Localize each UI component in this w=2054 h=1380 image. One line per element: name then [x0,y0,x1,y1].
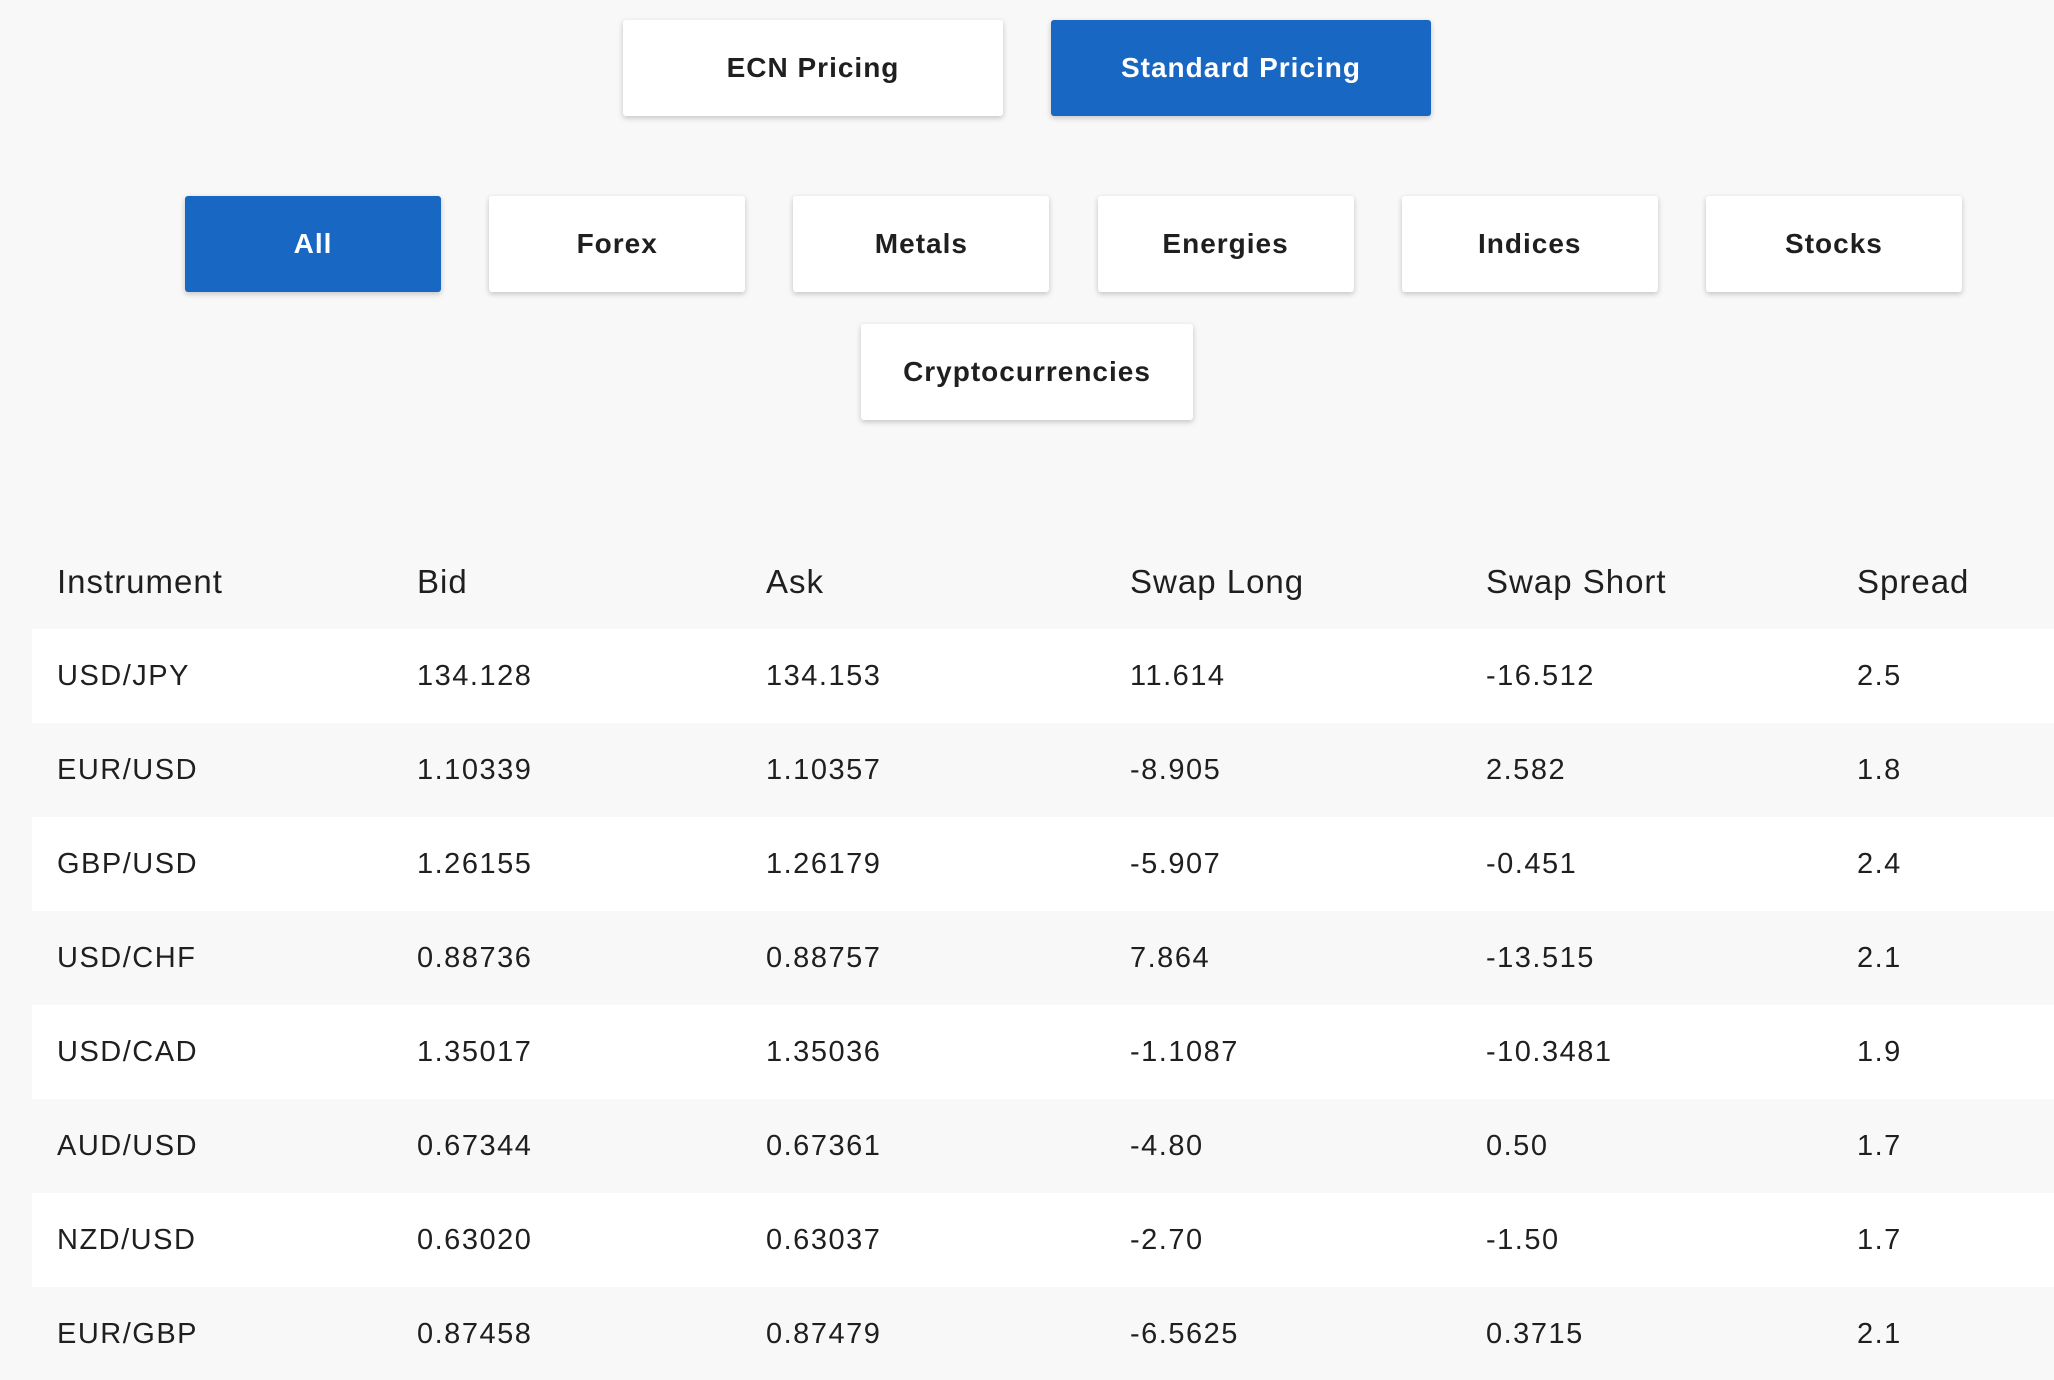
header-instrument: Instrument [57,563,223,600]
cell-swap-long: -2.70 [1130,1223,1204,1256]
table-row: NZD/USD 0.63020 0.63037 -2.70 -1.50 1.7 [32,1193,2054,1287]
header-ask: Ask [766,563,825,600]
cell-swap-long: -6.5625 [1130,1317,1239,1350]
pricing-table: Instrument Bid Ask Swap Long Swap Short … [32,535,2054,1380]
ecn-pricing-button[interactable]: ECN Pricing [623,20,1003,116]
cell-ask: 0.87479 [766,1317,882,1350]
cell-swap-short: -1.50 [1486,1223,1560,1256]
pricing-type-toggle: ECN Pricing Standard Pricing [0,20,2054,116]
category-forex-button[interactable]: Forex [489,196,746,292]
cell-ask: 1.26179 [766,847,882,880]
pricing-page: ECN Pricing Standard Pricing All Forex M… [0,0,2054,1380]
cell-ask: 0.88757 [766,941,882,974]
cell-instrument: AUD/USD [57,1129,199,1162]
cell-swap-short: -16.512 [1486,659,1595,692]
category-filter: All Forex Metals Energies Indices Stocks [185,196,1962,292]
cell-swap-short: 0.3715 [1486,1317,1584,1350]
header-swap-long: Swap Long [1130,563,1305,600]
cell-ask: 0.63037 [766,1223,882,1256]
cell-ask: 0.67361 [766,1129,882,1162]
category-cryptocurrencies-button[interactable]: Cryptocurrencies [861,324,1193,420]
table-row: AUD/USD 0.67344 0.67361 -4.80 0.50 1.7 [32,1099,2054,1193]
cell-swap-short: -13.515 [1486,941,1595,974]
cell-swap-long: -4.80 [1130,1129,1204,1162]
cell-spread: 2.4 [1857,847,1902,880]
cell-bid: 0.63020 [417,1223,533,1256]
cell-instrument: USD/CHF [57,941,197,974]
cell-instrument: GBP/USD [57,847,199,880]
cell-swap-short: 2.582 [1486,753,1567,786]
cell-swap-short: 0.50 [1486,1129,1549,1162]
cell-bid: 0.87458 [417,1317,533,1350]
cell-ask: 1.10357 [766,753,882,786]
cell-bid: 1.10339 [417,753,533,786]
category-stocks-button[interactable]: Stocks [1705,196,1962,292]
cell-spread: 1.8 [1857,753,1902,786]
category-all-button[interactable]: All [185,196,441,292]
standard-pricing-button[interactable]: Standard Pricing [1051,20,1431,116]
cell-instrument: EUR/USD [57,753,199,786]
cell-spread: 1.7 [1857,1223,1902,1256]
table-row: GBP/USD 1.26155 1.26179 -5.907 -0.451 2.4 [32,817,2054,911]
table-header-row: Instrument Bid Ask Swap Long Swap Short … [32,535,2054,629]
cell-spread: 1.7 [1857,1129,1902,1162]
cell-swap-long: 11.614 [1130,659,1226,692]
cell-swap-long: -5.907 [1130,847,1222,880]
cell-bid: 0.67344 [417,1129,533,1162]
cell-instrument: USD/CAD [57,1035,199,1068]
table-header: Instrument Bid Ask Swap Long Swap Short … [32,535,2054,629]
cell-swap-long: 7.864 [1130,941,1211,974]
header-swap-short: Swap Short [1486,563,1667,600]
cell-swap-long: -1.1087 [1130,1035,1239,1068]
cell-instrument: USD/JPY [57,659,190,692]
cell-spread: 2.1 [1857,1317,1902,1350]
cell-instrument: EUR/GBP [57,1317,199,1350]
cell-bid: 1.26155 [417,847,533,880]
cell-instrument: NZD/USD [57,1223,197,1256]
cell-ask: 134.153 [766,659,882,692]
table-row: USD/CHF 0.88736 0.88757 7.864 -13.515 2.1 [32,911,2054,1005]
cell-bid: 0.88736 [417,941,533,974]
table-body: USD/JPY 134.128 134.153 11.614 -16.512 2.5 EUR… [32,629,2054,1380]
category-metals-button[interactable]: Metals [793,196,1050,292]
category-filter-row-2: Cryptocurrencies [0,324,2054,420]
header-spread: Spread [1857,563,1970,600]
cell-swap-short: -0.451 [1486,847,1578,880]
category-energies-button[interactable]: Energies [1097,196,1354,292]
cell-swap-short: -10.3481 [1486,1035,1613,1068]
table-row: EUR/GBP 0.87458 0.87479 -6.5625 0.3715 2.1 [32,1287,2054,1380]
cell-bid: 134.128 [417,659,533,692]
header-bid: Bid [417,563,468,600]
cell-ask: 1.35036 [766,1035,882,1068]
cell-spread: 2.5 [1857,659,1902,692]
table-row: EUR/USD 1.10339 1.10357 -8.905 2.582 1.8 [32,723,2054,817]
category-indices-button[interactable]: Indices [1401,196,1658,292]
table-row: USD/JPY 134.128 134.153 11.614 -16.512 2.5 [32,629,2054,723]
table-row: USD/CAD 1.35017 1.35036 -1.1087 -10.3481 1.9 [32,1005,2054,1099]
cell-spread: 2.1 [1857,941,1902,974]
cell-swap-long: -8.905 [1130,753,1222,786]
cell-spread: 1.9 [1857,1035,1902,1068]
cell-bid: 1.35017 [417,1035,533,1068]
